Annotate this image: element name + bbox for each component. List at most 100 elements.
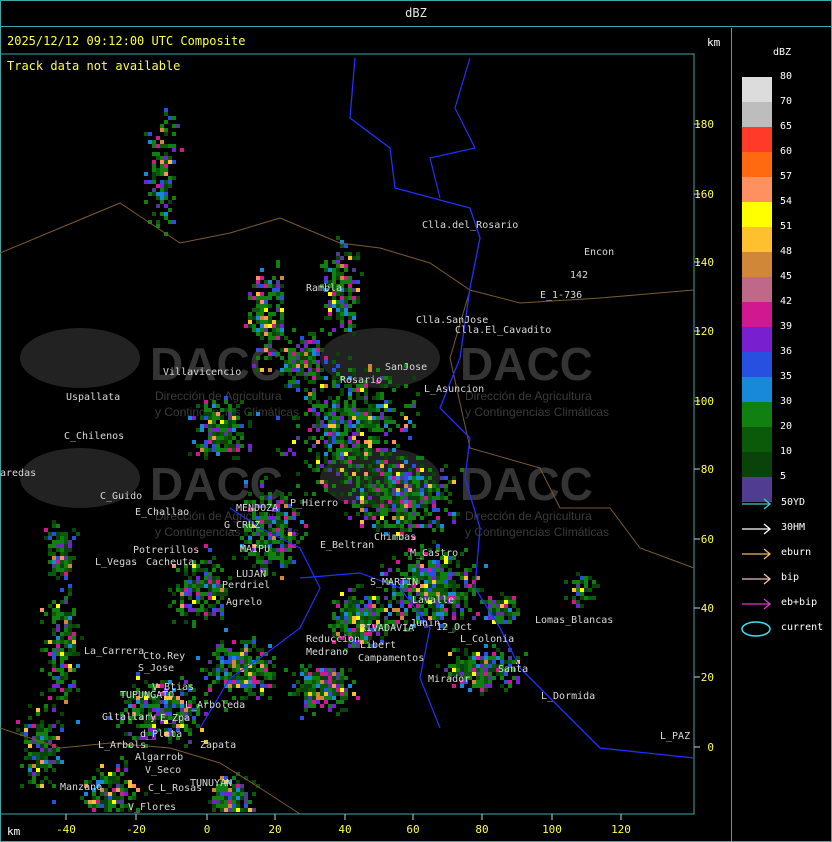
radar-echo-cell (352, 604, 356, 608)
radar-echo-cell (208, 420, 212, 424)
radar-echo-cell (200, 728, 204, 732)
radar-echo-cell (516, 612, 520, 616)
radar-echo-cell (268, 336, 272, 340)
radar-echo-cell (200, 448, 204, 452)
radar-echo-cell (312, 492, 316, 496)
radar-echo-cell (448, 500, 452, 504)
radar-echo-cell (288, 536, 292, 540)
radar-echo-cell (304, 388, 308, 392)
radar-echo-cell (124, 764, 128, 768)
radar-echo-cell (348, 424, 352, 428)
radar-echo-cell (404, 504, 408, 508)
watermark-line1: Dirección de Agricultura (465, 509, 592, 523)
radar-echo-cell (228, 672, 232, 676)
radar-echo-cell (56, 540, 60, 544)
radar-echo-cell (444, 476, 448, 480)
radar-echo-cell (224, 428, 228, 432)
radar-echo-cell (172, 196, 176, 200)
radar-echo-cell (196, 712, 200, 716)
radar-echo-cell (364, 596, 368, 600)
radar-echo-cell (516, 680, 520, 684)
radar-echo-cell (356, 512, 360, 516)
radar-echo-cell (244, 804, 248, 808)
radar-echo-cell (116, 724, 120, 728)
radar-echo-cell (384, 460, 388, 464)
radar-echo-cell (360, 504, 364, 508)
radar-echo-cell (400, 504, 404, 508)
radar-echo-cell (160, 212, 164, 216)
radar-echo-cell (284, 544, 288, 548)
radar-echo-cell (340, 276, 344, 280)
radar-echo-cell (352, 608, 356, 612)
radar-echo-cell (236, 796, 240, 800)
radar-echo-cell (56, 536, 60, 540)
radar-echo-cell (396, 504, 400, 508)
radar-echo-cell (336, 352, 340, 356)
radar-echo-cell (196, 724, 200, 728)
radar-echo-cell (316, 700, 320, 704)
radar-echo-cell (72, 556, 76, 560)
radar-echo-cell (92, 796, 96, 800)
radar-echo-cell (460, 552, 464, 556)
radar-echo-cell (464, 548, 468, 552)
radar-echo-cell (340, 680, 344, 684)
radar-echo-cell (160, 160, 164, 164)
radar-echo-cell (324, 684, 328, 688)
radar-echo-cell (388, 452, 392, 456)
radar-echo-cell (252, 644, 256, 648)
radar-echo-cell (420, 496, 424, 500)
radar-echo-cell (52, 556, 56, 560)
radar-echo-cell (364, 420, 368, 424)
radar-echo-cell (344, 276, 348, 280)
radar-echo-cell (164, 160, 168, 164)
radar-echo-cell (320, 688, 324, 692)
radar-echo-cell (60, 572, 64, 576)
radar-echo-cell (420, 584, 424, 588)
radar-echo-cell (332, 668, 336, 672)
radar-echo-cell (396, 608, 400, 612)
radar-echo-cell (104, 788, 108, 792)
radar-echo-cell (60, 600, 64, 604)
radar-echo-cell (148, 192, 152, 196)
radar-echo-cell (376, 404, 380, 408)
radar-echo-cell (428, 576, 432, 580)
radar-echo-cell (344, 624, 348, 628)
radar-echo-cell (300, 348, 304, 352)
radar-echo-cell (440, 616, 444, 620)
radar-echo-cell (68, 644, 72, 648)
radar-echo-cell (296, 540, 300, 544)
radar-echo-cell (300, 688, 304, 692)
radar-echo-cell (504, 620, 508, 624)
radar-echo-cell (380, 412, 384, 416)
radar-echo-cell (232, 788, 236, 792)
radar-echo-cell (112, 804, 116, 808)
radar-echo-cell (256, 300, 260, 304)
radar-echo-cell (312, 388, 316, 392)
radar-echo-cell (228, 684, 232, 688)
radar-echo-cell (376, 488, 380, 492)
radar-echo-cell (212, 416, 216, 420)
radar-echo-cell (312, 680, 316, 684)
radar-echo-cell (356, 288, 360, 292)
radar-echo-cell (380, 472, 384, 476)
radar-echo-cell (384, 488, 388, 492)
radar-echo-cell (348, 276, 352, 280)
radar-echo-cell (368, 484, 372, 488)
radar-echo-cell (296, 352, 300, 356)
radar-echo-cell (160, 140, 164, 144)
radar-echo-cell (44, 640, 48, 644)
radar-echo-cell (52, 616, 56, 620)
radar-echo-cell (356, 300, 360, 304)
radar-echo-cell (332, 460, 336, 464)
radar-echo-cell (240, 444, 244, 448)
radar-echo-cell (480, 588, 484, 592)
radar-echo-cell (360, 464, 364, 468)
radar-map[interactable]: DACCDirección de Agriculturay Contingenc… (0, 28, 730, 842)
radar-echo-cell (432, 608, 436, 612)
radar-echo-cell (336, 300, 340, 304)
radar-echo-cell (464, 668, 468, 672)
radar-echo-cell (212, 424, 216, 428)
radar-echo-cell (268, 280, 272, 284)
radar-echo-cell (272, 572, 276, 576)
radar-echo-cell (292, 380, 296, 384)
